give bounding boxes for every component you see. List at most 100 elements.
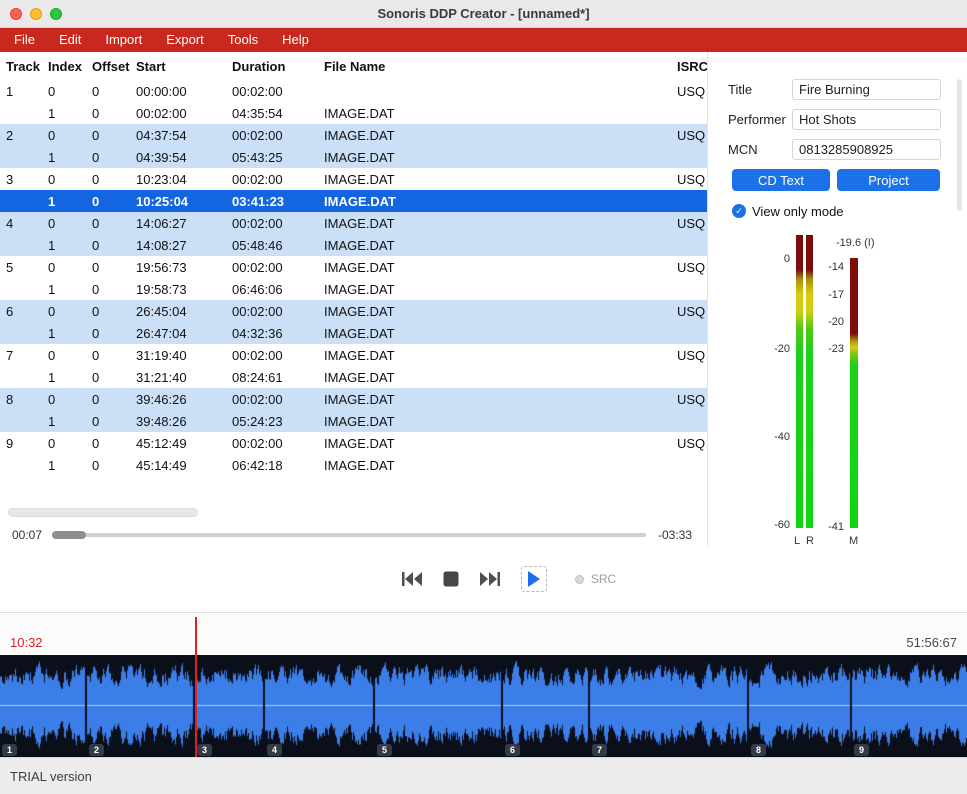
menu-file[interactable]: File xyxy=(2,28,47,52)
zoom-window-button[interactable] xyxy=(50,8,62,20)
cell-start: 19:58:73 xyxy=(130,282,226,297)
menu-export[interactable]: Export xyxy=(154,28,216,52)
peak-scale-label: 0 xyxy=(752,253,790,265)
seek-slider-thumb[interactable] xyxy=(52,531,86,539)
track-row[interactable]: 60026:45:0400:02:00IMAGE.DATUSQ xyxy=(0,300,707,322)
track-row[interactable]: 1019:58:7306:46:06IMAGE.DAT xyxy=(0,278,707,300)
track-marker-8[interactable]: 8 xyxy=(751,744,766,756)
track-list-pane: TrackIndexOffsetStartDurationFile NameIS… xyxy=(0,52,708,546)
cell-duration: 00:02:00 xyxy=(226,392,318,407)
menu-edit[interactable]: Edit xyxy=(47,28,93,52)
track-row[interactable]: 40014:06:2700:02:00IMAGE.DATUSQ xyxy=(0,212,707,234)
track-row[interactable]: 1004:39:5405:43:25IMAGE.DAT xyxy=(0,146,707,168)
cell-file_name: IMAGE.DAT xyxy=(318,172,568,187)
track-row[interactable]: 1039:48:2605:24:23IMAGE.DAT xyxy=(0,410,707,432)
column-header-offset[interactable]: Offset xyxy=(86,59,130,74)
cell-start: 00:00:00 xyxy=(130,84,226,99)
playhead-cursor[interactable] xyxy=(195,617,197,757)
play-button[interactable] xyxy=(521,566,547,592)
mcn-input[interactable] xyxy=(792,139,941,160)
mcn-label: MCN xyxy=(728,142,758,157)
track-row[interactable]: 1031:21:4008:24:61IMAGE.DAT xyxy=(0,366,707,388)
track-row[interactable]: 70031:19:4000:02:00IMAGE.DATUSQ xyxy=(0,344,707,366)
track-row[interactable]: 20004:37:5400:02:00IMAGE.DATUSQ xyxy=(0,124,707,146)
menu-import[interactable]: Import xyxy=(93,28,154,52)
next-track-button[interactable] xyxy=(479,571,501,587)
waveform-canvas[interactable] xyxy=(0,655,967,757)
cell-offset: 0 xyxy=(86,260,130,275)
project-button[interactable]: Project xyxy=(837,169,940,191)
horizontal-scrollbar[interactable] xyxy=(0,507,708,519)
statusbar: TRIAL version xyxy=(0,757,967,794)
menu-help[interactable]: Help xyxy=(270,28,321,52)
track-row[interactable]: 1014:08:2705:48:46IMAGE.DAT xyxy=(0,234,707,256)
track-row[interactable]: 1045:14:4906:42:18IMAGE.DAT xyxy=(0,454,707,476)
waveform-display[interactable]: 1 2 3 4 5 6 7 8 9 xyxy=(0,655,967,757)
cell-start: 26:45:04 xyxy=(130,304,226,319)
track-row[interactable]: 90045:12:4900:02:00IMAGE.DATUSQ xyxy=(0,432,707,454)
track-marker-3[interactable]: 3 xyxy=(197,744,212,756)
track-row-selected[interactable]: 1010:25:0403:41:23IMAGE.DAT xyxy=(0,190,707,212)
cell-track: 1 xyxy=(0,84,42,99)
track-row[interactable]: 80039:46:2600:02:00IMAGE.DATUSQ xyxy=(0,388,707,410)
cell-start: 19:56:73 xyxy=(130,260,226,275)
cell-index: 0 xyxy=(42,84,86,99)
track-marker-4[interactable]: 4 xyxy=(267,744,282,756)
seek-slider[interactable] xyxy=(52,533,646,537)
previous-track-button[interactable] xyxy=(401,571,423,587)
cell-offset: 0 xyxy=(86,370,130,385)
track-marker-6[interactable]: 6 xyxy=(505,744,520,756)
window-title: Sonoris DDP Creator - [unnamed*] xyxy=(377,6,589,21)
panel-scrollbar[interactable] xyxy=(957,79,962,211)
cell-duration: 05:43:25 xyxy=(226,150,318,165)
cell-index: 1 xyxy=(42,150,86,165)
track-row[interactable]: 50019:56:7300:02:00IMAGE.DATUSQ xyxy=(0,256,707,278)
loudness-scale-label: -14 xyxy=(806,261,844,273)
cell-file_name: IMAGE.DAT xyxy=(318,458,568,473)
cell-file_name: IMAGE.DAT xyxy=(318,414,568,429)
track-marker-5[interactable]: 5 xyxy=(377,744,392,756)
track-marker-1[interactable]: 1 xyxy=(2,744,17,756)
cd-text-button[interactable]: CD Text xyxy=(732,169,830,191)
peak-scale-label: -40 xyxy=(752,431,790,443)
performer-label: Performer xyxy=(728,112,786,127)
track-marker-9[interactable]: 9 xyxy=(854,744,869,756)
track-row[interactable]: 1026:47:0404:32:36IMAGE.DAT xyxy=(0,322,707,344)
waveform-timeline[interactable]: 10:32 51:56:67 xyxy=(0,612,967,655)
cell-offset: 0 xyxy=(86,106,130,121)
track-row[interactable]: 1000:02:0004:35:54IMAGE.DAT xyxy=(0,102,707,124)
column-header-duration[interactable]: Duration xyxy=(226,59,318,74)
column-header-index[interactable]: Index xyxy=(42,59,86,74)
cell-duration: 04:35:54 xyxy=(226,106,318,121)
minimize-window-button[interactable] xyxy=(30,8,42,20)
menu-tools[interactable]: Tools xyxy=(216,28,270,52)
column-header-isrc[interactable]: ISRC xyxy=(568,59,707,74)
cell-start: 14:08:27 xyxy=(130,238,226,253)
cell-duration: 00:02:00 xyxy=(226,172,318,187)
performer-input[interactable] xyxy=(792,109,941,130)
performer-field-row: Performer xyxy=(708,109,967,131)
track-marker-7[interactable]: 7 xyxy=(592,744,607,756)
cell-file_name: IMAGE.DAT xyxy=(318,216,568,231)
horizontal-scrollbar-thumb[interactable] xyxy=(8,508,198,517)
cell-index: 0 xyxy=(42,128,86,143)
cell-index: 1 xyxy=(42,194,86,209)
title-input[interactable] xyxy=(792,79,941,100)
cell-track: 2 xyxy=(0,128,42,143)
column-header-file-name[interactable]: File Name xyxy=(318,59,568,74)
close-window-button[interactable] xyxy=(10,8,22,20)
track-row[interactable]: 10000:00:0000:02:00USQ xyxy=(0,80,707,102)
cell-track: 9 xyxy=(0,436,42,451)
track-marker-2[interactable]: 2 xyxy=(89,744,104,756)
cell-index: 1 xyxy=(42,414,86,429)
src-led-icon[interactable] xyxy=(575,575,584,584)
cell-track: 8 xyxy=(0,392,42,407)
cell-index: 1 xyxy=(42,282,86,297)
track-row[interactable]: 30010:23:0400:02:00IMAGE.DATUSQ xyxy=(0,168,707,190)
cell-offset: 0 xyxy=(86,282,130,297)
column-header-start[interactable]: Start xyxy=(130,59,226,74)
stop-button[interactable] xyxy=(443,571,459,587)
cell-start: 39:48:26 xyxy=(130,414,226,429)
column-header-track[interactable]: Track xyxy=(0,59,42,74)
view-only-icon[interactable]: ✓ xyxy=(732,204,746,218)
